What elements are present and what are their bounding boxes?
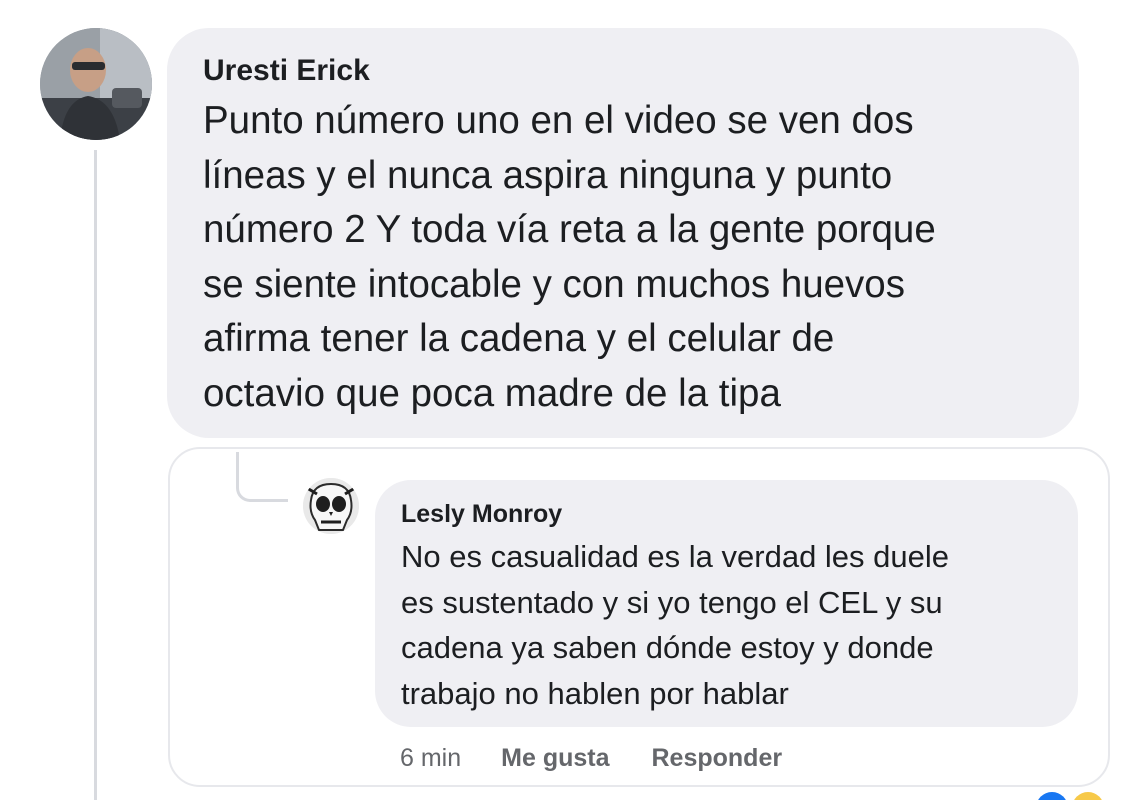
reply-button[interactable]: Responder [652, 744, 783, 773]
reply-bubble: Lesly Monroy No es casualidad es la verd… [375, 480, 1078, 727]
comment-thread: Uresti Erick Punto número uno en el vide… [0, 0, 1125, 800]
reaction-icons [1038, 792, 1102, 800]
reply-connector [236, 452, 288, 502]
comment-author[interactable]: Uresti Erick [203, 52, 1049, 90]
like-button[interactable]: Me gusta [501, 744, 609, 773]
reply-timestamp[interactable]: 6 min [400, 744, 461, 773]
reply-text: No es casualidad es la verdad les duele … [401, 539, 950, 711]
reply-avatar[interactable] [303, 478, 359, 534]
reply-author[interactable]: Lesly Monroy [401, 498, 1058, 530]
comment-text: Punto número uno en el video se ven dos … [203, 99, 936, 415]
thread-line [94, 150, 97, 800]
avatar[interactable] [40, 28, 152, 140]
comment-bubble: Uresti Erick Punto número uno en el vide… [167, 28, 1079, 438]
like-reaction-icon [1038, 792, 1066, 800]
haha-reaction-icon [1074, 792, 1102, 800]
skull-avatar-icon [303, 478, 359, 534]
avatar-photo-icon [40, 28, 152, 140]
reply-actions: 6 min Me gusta Responder [400, 740, 824, 776]
